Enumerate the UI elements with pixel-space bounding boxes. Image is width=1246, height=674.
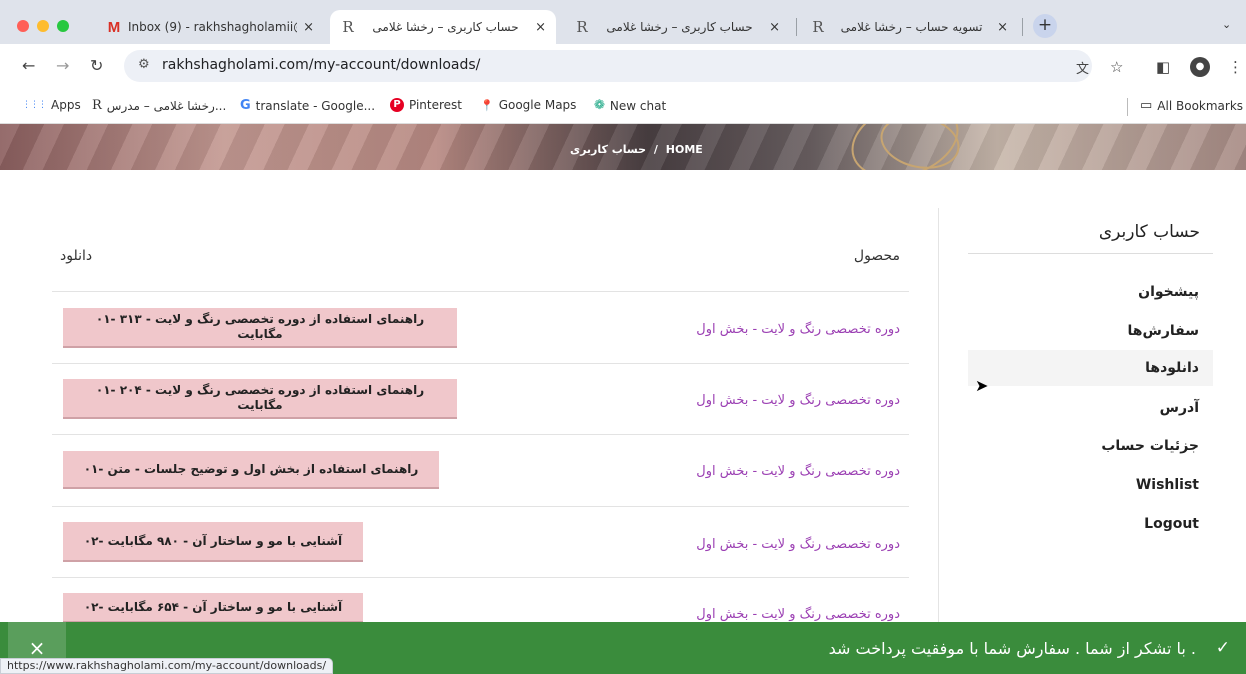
table-row-rule bbox=[52, 506, 909, 507]
forward-arrow-icon[interactable]: → bbox=[56, 56, 69, 75]
table-row-rule bbox=[52, 434, 909, 435]
download-file-button[interactable]: ۰۱- راهنمای استفاده از بخش اول و توضیح ج… bbox=[63, 451, 439, 489]
tab-close-icon[interactable]: × bbox=[535, 20, 546, 35]
download-file-button[interactable]: ۰۲- آشنایی با مو و ساختار آن - ۹۸۰ مگابا… bbox=[63, 522, 363, 562]
tab-checkout[interactable]: R تسویه حساب – رخشا غلامی × bbox=[800, 10, 1018, 44]
sidebar-item-account-details[interactable]: جزئیات حساب bbox=[968, 428, 1213, 464]
translate-icon[interactable]: 文 bbox=[1076, 58, 1089, 77]
sidebar-item-logout[interactable]: Logout bbox=[968, 506, 1213, 542]
tab-title: حساب کاربری – رخشا غلامی bbox=[606, 20, 753, 34]
sidebar-item-dashboard[interactable]: پیشخوان bbox=[968, 274, 1213, 310]
bookmark-new-chat[interactable]: ❁ New chat bbox=[594, 98, 666, 113]
product-link[interactable]: دوره تخصصی رنگ و لایت - بخش اول bbox=[696, 537, 900, 552]
window-minimize-button[interactable] bbox=[37, 20, 49, 32]
product-link[interactable]: دوره تخصصی رنگ و لایت - بخش اول bbox=[696, 322, 900, 337]
bookmark-label: Pinterest bbox=[409, 98, 463, 112]
reload-icon[interactable]: ↻ bbox=[90, 56, 103, 75]
browser-menu-icon[interactable]: ⋮ bbox=[1228, 58, 1243, 76]
bookmarks-bar: ⋮⋮⋮ Apps R رخشا غلامی – مدرس... G transl… bbox=[0, 90, 1246, 124]
new-tab-button[interactable]: + bbox=[1033, 14, 1057, 38]
tab-close-icon[interactable]: × bbox=[769, 20, 780, 35]
sidebar-item-orders[interactable]: سفارش‌ها bbox=[968, 313, 1213, 349]
tab-close-icon[interactable]: × bbox=[303, 20, 314, 35]
side-panel-icon[interactable]: ◧ bbox=[1156, 58, 1170, 76]
bookmarks-separator bbox=[1127, 98, 1128, 116]
gmail-icon: M bbox=[107, 18, 121, 36]
tab-close-icon[interactable]: × bbox=[997, 20, 1008, 35]
bookmark-label: Google Maps bbox=[498, 98, 577, 112]
site-settings-icon[interactable]: ⚙ bbox=[138, 57, 150, 72]
bookmark-translate[interactable]: G translate - Google... bbox=[240, 98, 375, 113]
sidebar-title-rule bbox=[968, 253, 1213, 254]
browser-toolbar: ← → ↻ ⚙ rakhshagholami.com/my-account/do… bbox=[0, 44, 1246, 90]
notice-message: با تشکر از شما . سفارش شما با موفقیت پرد… bbox=[828, 639, 1196, 658]
browser-tab-strip: M Inbox (9) - rakhshagholamii@ × R حساب … bbox=[0, 0, 1246, 44]
product-link[interactable]: دوره تخصصی رنگ و لایت - بخش اول bbox=[696, 393, 900, 408]
bookmark-label: All Bookmarks bbox=[1157, 98, 1244, 113]
table-header-download: دانلود bbox=[60, 248, 93, 264]
google-translate-icon: G bbox=[240, 98, 251, 113]
site-favicon-icon: R bbox=[576, 18, 588, 36]
tab-my-account-active[interactable]: R حساب کاربری – رخشا غلامی × bbox=[330, 10, 556, 44]
download-file-button[interactable]: ۰۲- آشنایی با مو و ساختار آن - ۶۵۴ مگابا… bbox=[63, 593, 363, 623]
table-header-product: محصول bbox=[853, 248, 900, 264]
tab-my-account[interactable]: R حساب کاربری – رخشا غلامی × bbox=[564, 10, 790, 44]
tab-gmail-inbox[interactable]: M Inbox (9) - rakhshagholamii@ × bbox=[96, 10, 324, 44]
checkmark-icon: ✓ bbox=[1215, 638, 1230, 658]
breadcrumb-current: حساب کاربری bbox=[570, 143, 647, 156]
sidebar-item-downloads[interactable]: دانلودها bbox=[968, 350, 1213, 386]
window-zoom-button[interactable] bbox=[57, 20, 69, 32]
address-bar[interactable]: ⚙ rakhshagholami.com/my-account/download… bbox=[124, 50, 1092, 82]
chatgpt-icon: ❁ bbox=[594, 98, 605, 113]
pinterest-icon: P bbox=[390, 98, 404, 112]
sidebar-item-wishlist[interactable]: Wishlist bbox=[968, 467, 1213, 503]
tab-search-chevron-icon[interactable]: ⌄ bbox=[1222, 18, 1231, 31]
maps-pin-icon: 📍 bbox=[480, 98, 494, 112]
product-link[interactable]: دوره تخصصی رنگ و لایت - بخش اول bbox=[696, 607, 900, 622]
tab-title: Inbox (9) - rakhshagholamii@ bbox=[128, 20, 298, 34]
download-file-button[interactable]: ۰۱- راهنمای استفاده از دوره تخصصی رنگ و … bbox=[63, 379, 457, 419]
breadcrumb-home-link[interactable]: HOME bbox=[666, 143, 703, 156]
table-row-rule bbox=[52, 577, 909, 578]
breadcrumb: حساب کاربری / HOME bbox=[570, 143, 703, 156]
site-favicon-icon: R bbox=[812, 18, 824, 36]
table-row-rule bbox=[52, 363, 909, 364]
bookmark-google-maps[interactable]: 📍 Google Maps bbox=[480, 98, 576, 112]
tab-title: تسویه حساب – رخشا غلامی bbox=[840, 20, 983, 34]
bookmark-label: translate - Google... bbox=[255, 98, 376, 113]
breadcrumb-separator: / bbox=[653, 143, 658, 156]
bookmark-site[interactable]: R رخشا غلامی – مدرس... bbox=[92, 98, 226, 113]
sidebar-divider bbox=[938, 208, 939, 628]
tab-title: حساب کاربری – رخشا غلامی bbox=[372, 20, 519, 34]
tab-separator bbox=[796, 18, 797, 36]
bookmark-label: رخشا غلامی – مدرس... bbox=[106, 98, 227, 113]
window-close-button[interactable] bbox=[17, 20, 29, 32]
all-bookmarks-folder[interactable]: ▭ All Bookmarks bbox=[1140, 98, 1243, 113]
tab-separator bbox=[1022, 18, 1023, 36]
bookmark-label: Apps bbox=[51, 98, 81, 112]
bookmark-star-icon[interactable]: ☆ bbox=[1110, 58, 1123, 76]
site-icon: R bbox=[92, 98, 102, 113]
back-arrow-icon[interactable]: ← bbox=[22, 56, 35, 75]
product-link[interactable]: دوره تخصصی رنگ و لایت - بخش اول bbox=[696, 464, 900, 479]
profile-avatar-icon[interactable]: ● bbox=[1190, 57, 1210, 77]
link-hover-status-url: https://www.rakhshagholami.com/my-accoun… bbox=[0, 658, 334, 674]
apps-icon: ⋮⋮⋮ bbox=[22, 100, 47, 110]
account-sidebar-title: حساب کاربری bbox=[1098, 222, 1200, 242]
url-text: rakhshagholami.com/my-account/downloads/ bbox=[162, 57, 481, 73]
page-hero-banner: حساب کاربری / HOME bbox=[0, 124, 1246, 170]
table-header-rule bbox=[52, 291, 909, 292]
sidebar-item-address[interactable]: آدرس bbox=[968, 390, 1213, 426]
site-favicon-icon: R bbox=[342, 18, 354, 36]
mouse-cursor-icon: ➤ bbox=[975, 376, 989, 395]
download-file-button[interactable]: ۰۱- راهنمای استفاده از دوره تخصصی رنگ و … bbox=[63, 308, 457, 348]
bookmark-apps[interactable]: ⋮⋮⋮ Apps bbox=[22, 98, 81, 112]
bookmark-label: New chat bbox=[609, 98, 667, 113]
folder-icon: ▭ bbox=[1140, 98, 1153, 113]
bookmark-pinterest[interactable]: P Pinterest bbox=[390, 98, 462, 112]
